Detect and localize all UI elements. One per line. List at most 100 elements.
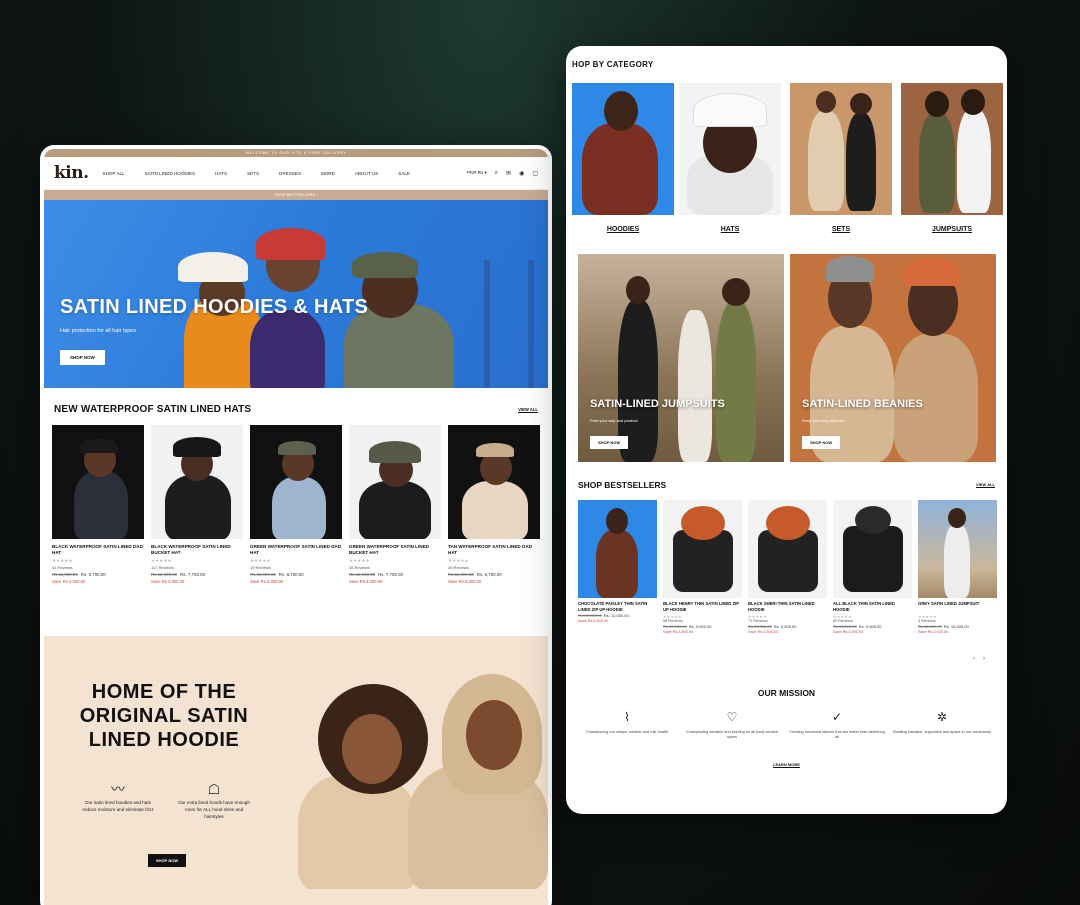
product-image[interactable]: [448, 425, 540, 539]
product-card[interactable]: GREEN WATERPROOF SATIN LINED BUCKET HAT …: [349, 425, 441, 584]
bestsellers-title: SHOP BESTSELLERS: [578, 480, 667, 490]
ladder: [484, 260, 534, 388]
product-price: Rs.13,000.00 Rs. 9,500.00: [748, 624, 797, 629]
product-image[interactable]: [250, 425, 342, 539]
chevron-right-icon[interactable]: ›: [983, 656, 993, 662]
nav-about[interactable]: ABOUT US: [355, 171, 378, 176]
category-image-hoodies[interactable]: [572, 83, 674, 215]
product-price: Rs.18,000.00 Rs. 16,000.00: [918, 624, 969, 629]
hero-shop-now-button[interactable]: SHOP NOW: [60, 350, 105, 365]
category-link-hoodies[interactable]: HOODIES: [572, 226, 674, 233]
product-name[interactable]: BLACK WATERPROOF SATIN LINED DAD HAT: [52, 544, 144, 556]
category-image-hats[interactable]: [679, 83, 781, 215]
bestseller-card[interactable]: ALL BLACK THIN SATIN LINED HOODIE ★★★★★ …: [833, 500, 912, 634]
logo[interactable]: kin.: [54, 163, 89, 183]
save-badge: Save Rs.3,500.00: [748, 630, 779, 634]
product-name[interactable]: TAN WATERPROOF SATIN LINED DAD HAT: [448, 544, 540, 556]
save-badge: Save Rs.4,300.00: [349, 579, 383, 584]
mail-icon[interactable]: ✉: [506, 170, 511, 177]
product-card[interactable]: GREEN WATERPROOF SATIN LINED DAD HAT ★★★…: [250, 425, 342, 584]
hero-banner: SATIN LINED HOODIES & HATS Hair protecti…: [44, 200, 548, 388]
view-all-link[interactable]: VIEW ALL: [518, 407, 538, 412]
save-badge: Save Rs.4,300.00: [448, 579, 482, 584]
product-price: Rs.11,000.00 Rs. 6,700.00: [448, 572, 502, 577]
rating-stars: ★★★★★: [151, 558, 172, 563]
mission-item: ♡ Championing sensible and clothing for …: [683, 710, 781, 740]
product-name[interactable]: GREEN WATERPROOF SATIN LINED DAD HAT: [250, 544, 342, 556]
product-image[interactable]: [918, 500, 997, 598]
product-card[interactable]: TAN WATERPROOF SATIN LINED DAD HAT ★★★★★…: [448, 425, 540, 584]
mission-item: ✓ Creating functional fashion that are b…: [789, 710, 885, 739]
checkmark-icon: ✓: [831, 710, 843, 724]
bestsellers-view-all[interactable]: VIEW ALL: [976, 482, 995, 487]
rating-stars: ★★★★★: [448, 558, 469, 563]
nav-sets[interactable]: SETS: [247, 171, 259, 176]
rating-stars: ★★★★★: [52, 558, 73, 563]
feature-point: ☖ Our extra lined hoods have enough room…: [178, 781, 250, 819]
product-name[interactable]: GREEN WATERPROOF SATIN LINED BUCKET HAT: [349, 544, 441, 556]
feature-point: 〰 Our satin lined hoodies and hats reduc…: [82, 781, 154, 812]
account-icon[interactable]: ◉: [519, 170, 524, 177]
jumpsuits-card[interactable]: SATIN-LINED JUMPSUITS Free your way and …: [578, 254, 784, 462]
card-title: SATIN-LINED JUMPSUITS: [590, 398, 725, 410]
product-image[interactable]: [151, 425, 243, 539]
product-card[interactable]: BLACK WATERPROOF SATIN LINED DAD HAT ★★★…: [52, 425, 144, 584]
bestseller-strip[interactable]: SHOP BESTSELLERS ›: [44, 190, 548, 200]
chevron-left-icon[interactable]: ‹: [973, 656, 983, 662]
category-link-sets[interactable]: SETS: [790, 226, 892, 233]
category-image-sets[interactable]: [790, 83, 892, 215]
product-image[interactable]: [349, 425, 441, 539]
mission-item: ⌇ Championing our unique melanin and hai…: [578, 710, 676, 735]
product-name[interactable]: BLACK WATERPROOF SATIN LINED BUCKET HAT: [151, 544, 243, 556]
currency-selector[interactable]: PKR Rs ▾: [467, 170, 487, 176]
bestseller-card[interactable]: GREY SATIN LINED JUMPSUIT ★★★★★ 4 Review…: [918, 500, 997, 634]
save-badge: Save Rs.4,300.00: [151, 579, 185, 584]
product-name[interactable]: BLACK SHERI THIN SATIN LINED HOODIE: [748, 601, 827, 612]
beanies-shop-now-button[interactable]: SHOP NOW: [802, 436, 841, 449]
save-badge: Save Rs.4,300.00: [52, 579, 86, 584]
review-count: 4 Reviews: [918, 619, 936, 623]
bestseller-card[interactable]: CHOCOLATE PAISLEY THIN SATIN LINED ZIP U…: [578, 500, 657, 623]
jumpsuits-shop-now-button[interactable]: SHOP NOW: [590, 436, 629, 449]
product-image[interactable]: [748, 500, 827, 598]
review-count: 71 Reviews: [748, 619, 768, 623]
nav-dresses[interactable]: DRESSES: [279, 171, 301, 176]
product-price: Rs.13,000.00 Rs. 9,500.00: [663, 624, 712, 629]
product-name[interactable]: BLACK HENRY THIN SATIN LINED ZIP UP HOOD…: [663, 601, 742, 612]
hair-icon: ⌇: [624, 710, 630, 724]
product-image[interactable]: [833, 500, 912, 598]
beanies-card[interactable]: SATIN-LINED BEANIES Keep your way and ha…: [790, 254, 996, 462]
product-row: BLACK WATERPROOF SATIN LINED DAD HAT ★★★…: [44, 421, 548, 588]
product-price: Rs.11,000.00 Rs. 6,700.00: [52, 572, 106, 577]
product-price: Rs.13,000.00 Rs. 9,500.00: [833, 624, 882, 629]
review-count: 117 Reviews: [151, 565, 174, 570]
category-link-hats[interactable]: HATS: [679, 226, 781, 233]
white-bucket-hat: [178, 252, 248, 282]
nav-hoodies[interactable]: SATIN LINED HOODIES: [145, 171, 195, 176]
bestseller-card[interactable]: BLACK SHERI THIN SATIN LINED HOODIE ★★★★…: [748, 500, 827, 634]
curl-icon: 〰: [111, 781, 125, 797]
rating-stars: ★★★★★: [250, 558, 271, 563]
search-icon[interactable]: ⌕: [495, 170, 498, 177]
review-count: 28 Reviews: [448, 565, 469, 570]
product-image[interactable]: [52, 425, 144, 539]
cart-icon[interactable]: ▢: [532, 170, 538, 177]
nav-more[interactable]: MORE: [321, 171, 335, 176]
category-image-jumpsuits[interactable]: [901, 83, 1003, 215]
product-price: Rs.13,000.00 Rs. 10,000.00: [578, 613, 629, 618]
nav-hats[interactable]: HATS: [215, 171, 227, 176]
product-name[interactable]: ALL BLACK THIN SATIN LINED HOODIE: [833, 601, 912, 612]
product-image[interactable]: [578, 500, 657, 598]
product-card[interactable]: BLACK WATERPROOF SATIN LINED BUCKET HAT …: [151, 425, 243, 584]
feature-section: HOME OF THE ORIGINAL SATIN LINED HOODIE …: [44, 636, 548, 905]
nav-shop-all[interactable]: SHOP ALL: [103, 171, 125, 176]
nav-sale[interactable]: SALE: [398, 171, 410, 176]
product-image[interactable]: [663, 500, 742, 598]
learn-more-link[interactable]: LEARN MORE: [570, 762, 1003, 767]
category-link-jumpsuits[interactable]: JUMPSUITS: [901, 226, 1003, 233]
product-name[interactable]: GREY SATIN LINED JUMPSUIT: [918, 601, 997, 612]
feature-shop-now-button[interactable]: SHOP NOW: [148, 854, 187, 867]
card-title: SATIN-LINED BEANIES: [802, 398, 923, 410]
product-name[interactable]: CHOCOLATE PAISLEY THIN SATIN LINED ZIP U…: [578, 601, 657, 612]
bestseller-card[interactable]: BLACK HENRY THIN SATIN LINED ZIP UP HOOD…: [663, 500, 742, 634]
